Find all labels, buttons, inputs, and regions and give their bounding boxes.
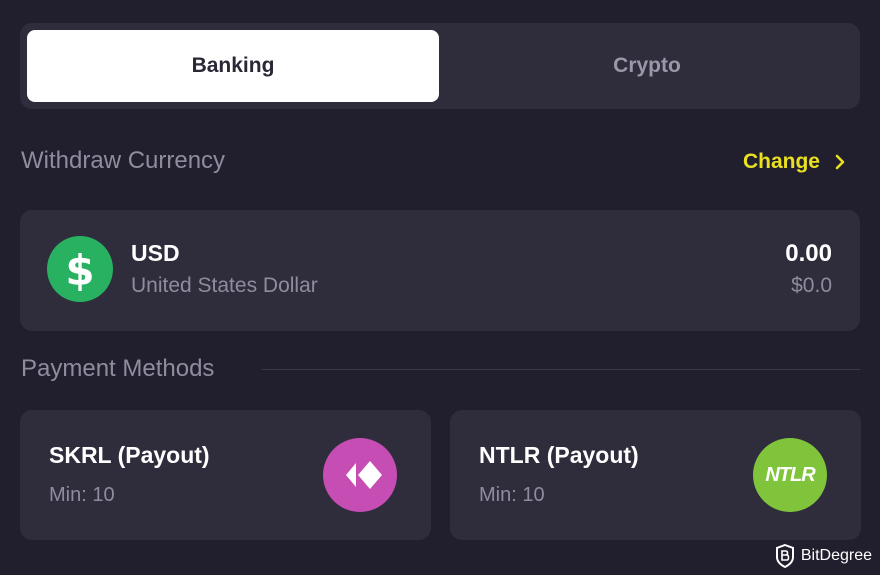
currency-balance: 0.00 [785,240,832,267]
tab-crypto[interactable]: Crypto [441,30,853,102]
ntlr-logo-icon: NTLR [753,438,827,512]
payment-method-ntlr[interactable]: NTLR (Payout) Min: 10 NTLR [450,410,861,540]
chevron-right-icon [835,154,845,170]
currency-code: USD [131,240,180,266]
currency-usd-value: $0.0 [791,274,832,297]
bitdegree-watermark: BitDegree [775,543,872,569]
method-min: Min: 10 [49,484,115,506]
method-name: SKRL (Payout) [49,442,210,468]
section-divider [262,369,860,370]
change-currency-button[interactable]: Change [743,148,846,176]
ntlr-logo-text: NTLR [765,463,815,486]
payment-methods-title: Payment Methods [21,355,215,382]
watermark-text: BitDegree [800,547,872,564]
payment-method-skrl[interactable]: SKRL (Payout) Min: 10 [20,410,431,540]
skrl-logo-icon [323,438,397,512]
currency-name: United States Dollar [131,274,318,297]
svg-text:$: $ [65,246,94,293]
method-min: Min: 10 [479,484,545,506]
method-name: NTLR (Payout) [479,442,639,468]
payment-type-tabs: Banking Crypto [20,23,860,109]
tab-banking[interactable]: Banking [27,30,439,102]
currency-card[interactable]: $ USD United States Dollar 0.00 $0.0 [20,210,860,331]
dollar-icon: $ [47,236,113,302]
withdraw-currency-title: Withdraw Currency [21,147,226,174]
change-label: Change [742,150,820,173]
bitdegree-logo-icon [775,544,794,568]
